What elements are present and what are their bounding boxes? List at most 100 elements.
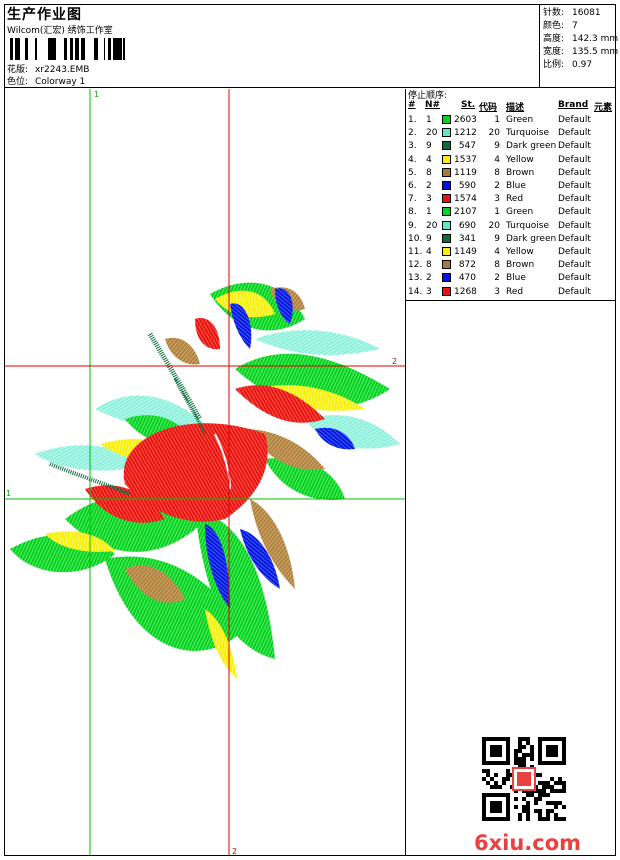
row-brand: Default <box>558 220 591 231</box>
spec-label: 颜色: <box>543 21 565 31</box>
row-stitches: 341 <box>458 233 476 244</box>
spec-label: 比例: <box>543 60 565 70</box>
row-description: Green <box>506 115 534 125</box>
row-index: 1. <box>408 115 417 125</box>
spec-label: 宽度: <box>543 47 565 57</box>
header-left: 生产作业图 Wilcom(汇宏) 绣饰工作室 花版: xr2243.EMB 色位:… <box>4 4 540 87</box>
spec-value: 135.5 mm <box>572 47 619 57</box>
embroidery-canvas[interactable]: 1 1 2 2 <box>5 89 405 855</box>
company-name: Wilcom(汇宏) 绣饰工作室 <box>7 26 113 36</box>
stop-row: 10. 9 341 9 Dark green Default <box>406 233 616 247</box>
spec-label: 高度: <box>543 34 565 44</box>
stop-row: 8. 1 2107 1 Green Default <box>406 207 616 220</box>
row-brand: Default <box>558 167 591 178</box>
row-needle: 20 <box>426 128 438 139</box>
row-needle: 8 <box>426 260 432 271</box>
row-stitches: 1537 <box>454 154 477 165</box>
row-stitches: 1574 <box>454 194 477 205</box>
row-needle: 9 <box>426 233 432 244</box>
row-code: 8 <box>494 260 500 271</box>
row-description: Dark green <box>506 141 557 152</box>
color-swatch <box>442 181 451 190</box>
row-stitches: 547 <box>458 141 476 152</box>
stop-row: 12. 8 872 8 Brown Default <box>406 260 616 273</box>
row-index: 6. <box>408 181 417 191</box>
qr-code-icon <box>482 737 566 821</box>
row-index: 5. <box>408 167 417 178</box>
stop-row: 6. 2 590 2 Blue Default <box>406 181 616 194</box>
row-brand: Default <box>558 141 591 152</box>
design-specs: 针数: 16081 颜色: 7 高度: 142.3 mm 宽度: 135.5 mm 比例… <box>540 4 619 87</box>
row-brand: Default <box>558 260 591 271</box>
spec-scale: 比例: 0.97 <box>543 57 592 70</box>
col-header-description: 描述 <box>506 103 525 113</box>
col-header-code: 代码 <box>479 103 498 113</box>
stop-row: 9. 20 690 20 Turquoise Default <box>406 220 616 234</box>
row-code: 9 <box>494 233 500 244</box>
row-stitches: 872 <box>458 260 476 271</box>
col-header-element: 元素 <box>594 103 613 113</box>
colorway-name: Colorway 1 <box>35 77 86 87</box>
stop-row: 1. 1 2603 1 Green Default <box>406 115 616 128</box>
stop-row: 2. 20 1212 20 Turquoise Default <box>406 128 616 141</box>
barcode-icon <box>10 38 125 60</box>
row-needle: 4 <box>426 154 432 165</box>
row-description: Yellow <box>506 247 534 257</box>
spec-width: 宽度: 135.5 mm <box>543 44 618 57</box>
row-code: 20 <box>488 220 500 231</box>
row-description: Brown <box>506 167 535 178</box>
row-description: Yellow <box>506 154 534 165</box>
guide-label-h1: 1 <box>6 489 11 498</box>
row-brand: Default <box>558 128 591 139</box>
row-brand: Default <box>558 207 591 218</box>
row-brand: Default <box>558 247 591 257</box>
row-needle: 20 <box>426 220 438 231</box>
guide-label-v1: 1 <box>94 90 99 99</box>
row-description: Dark green <box>506 233 557 244</box>
row-description: Green <box>506 207 534 218</box>
row-description: Red <box>506 286 524 297</box>
col-header-brand: Brand <box>558 100 589 110</box>
header: 生产作业图 Wilcom(汇宏) 绣饰工作室 花版: xr2243.EMB 色位:… <box>4 4 619 88</box>
row-code: 9 <box>494 141 500 152</box>
col-header-index: # <box>408 100 416 110</box>
row-description: Turquoise <box>506 128 550 139</box>
row-code: 4 <box>494 247 500 257</box>
spec-value: 7 <box>572 21 578 31</box>
row-needle: 9 <box>426 141 432 152</box>
design-preview[interactable]: 1 1 2 2 <box>5 89 405 855</box>
row-index: 12. <box>408 260 423 271</box>
row-stitches: 2603 <box>454 115 477 125</box>
guide-label-v2: 2 <box>232 847 237 855</box>
row-code: 2 <box>494 273 500 284</box>
color-swatch <box>442 247 451 256</box>
color-swatch <box>442 167 451 177</box>
row-index: 3. <box>408 141 417 152</box>
colorway-label: 色位: <box>7 77 29 87</box>
row-index: 11. <box>408 247 423 257</box>
row-code: 1 <box>494 207 500 218</box>
row-needle: 2 <box>426 181 432 191</box>
row-code: 8 <box>494 167 500 178</box>
row-needle: 1 <box>426 115 432 125</box>
stop-row: 4. 4 1537 4 Yellow Default <box>406 154 616 168</box>
site-watermark: 6xiu.com <box>474 831 582 855</box>
row-stitches: 590 <box>458 181 476 191</box>
row-brand: Default <box>558 286 591 297</box>
row-brand: Default <box>558 115 591 125</box>
color-swatch <box>442 141 451 151</box>
row-brand: Default <box>558 233 591 244</box>
spec-value: 142.3 mm <box>572 34 619 44</box>
row-stitches: 690 <box>458 220 476 231</box>
row-needle: 3 <box>426 194 432 205</box>
colorway-line: 色位: Colorway 1 <box>7 74 85 87</box>
row-stitches: 1149 <box>454 247 477 257</box>
col-header-needle: N# <box>425 100 441 110</box>
row-description: Blue <box>506 273 526 284</box>
row-index: 9. <box>408 220 417 231</box>
row-needle: 1 <box>426 207 432 218</box>
spec-stitches: 针数: 16081 <box>543 5 601 18</box>
row-index: 7. <box>408 194 417 205</box>
row-stitches: 1119 <box>454 167 477 178</box>
row-code: 3 <box>494 194 500 205</box>
